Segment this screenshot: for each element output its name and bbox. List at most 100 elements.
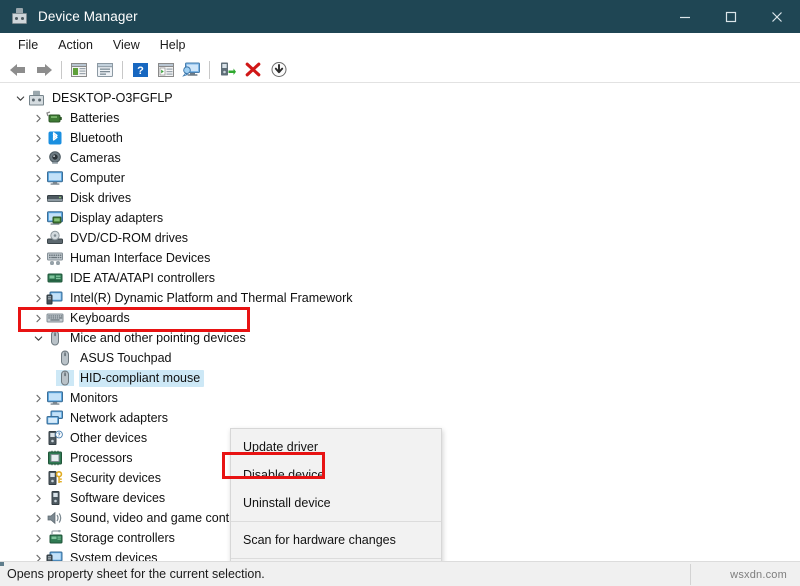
status-bar-text: Opens property sheet for the current sel…: [7, 567, 265, 581]
chevron-right-icon[interactable]: [30, 248, 46, 268]
chevron-right-icon[interactable]: [30, 168, 46, 188]
tree-item-monitors[interactable]: Monitors: [0, 388, 122, 408]
menu-view[interactable]: View: [103, 36, 150, 54]
toolbar-separator: [61, 60, 62, 79]
show-hide-console-tree-icon: [71, 62, 87, 77]
tree-item-storage-controllers[interactable]: Storage controllers: [0, 528, 179, 548]
chevron-right-icon[interactable]: [30, 488, 46, 508]
device-tree[interactable]: DESKTOP-O3FGFLP Batteries Bluetooth Came…: [0, 83, 800, 561]
menu-file[interactable]: File: [8, 36, 48, 54]
disable-device-button[interactable]: [266, 58, 292, 82]
tree-item-label: Cameras: [70, 150, 121, 165]
chevron-right-icon[interactable]: [30, 388, 46, 408]
sound-icon: [46, 510, 64, 526]
chevron-right-icon[interactable]: [30, 308, 46, 328]
chevron-right-icon[interactable]: [30, 548, 46, 561]
tree-item-processors[interactable]: Processors: [0, 448, 137, 468]
tree-item-mice-and-other-pointing-devices[interactable]: Mice and other pointing devices: [0, 328, 250, 348]
menu-bar: File Action View Help: [0, 33, 800, 57]
tree-item-network-adapters[interactable]: Network adapters: [0, 408, 172, 428]
tree-item-software-devices[interactable]: Software devices: [0, 488, 169, 508]
chevron-right-icon[interactable]: [30, 268, 46, 288]
toolbar-separator: [209, 60, 210, 79]
tree-item-keyboards[interactable]: Keyboards: [0, 308, 134, 328]
forward-arrow-icon: [37, 63, 52, 76]
chevron-down-icon[interactable]: [30, 328, 46, 348]
menu-help[interactable]: Help: [150, 36, 196, 54]
chevron-right-icon[interactable]: [30, 288, 46, 308]
tree-item-system-devices[interactable]: System devices: [0, 548, 162, 561]
context-menu-item-update-driver[interactable]: Update driver: [231, 433, 441, 461]
toolbar: ?: [0, 57, 800, 83]
watermark: wsxdn.com: [730, 568, 787, 581]
tree-item-other-devices[interactable]: ? Other devices: [0, 428, 151, 448]
scan-hardware-changes-button[interactable]: [214, 58, 240, 82]
tree-item-label: Display adapters: [70, 210, 164, 225]
disk-drive-icon: [46, 190, 64, 206]
uninstall-device-button[interactable]: [240, 58, 266, 82]
context-menu-item-disable-device[interactable]: Disable device: [231, 461, 441, 489]
chevron-right-icon[interactable]: [30, 528, 46, 548]
close-button[interactable]: [754, 0, 800, 33]
chevron-right-icon[interactable]: [30, 468, 46, 488]
tree-item-security-devices[interactable]: Security devices: [0, 468, 165, 488]
tree-item-sound-video-game-controllers[interactable]: Sound, video and game controllers: [0, 508, 267, 528]
tree-item-batteries[interactable]: Batteries: [0, 108, 123, 128]
bluetooth-icon: [46, 130, 64, 146]
context-menu-item-uninstall-device[interactable]: Uninstall device: [231, 489, 441, 517]
show-hide-console-tree-button[interactable]: [66, 58, 92, 82]
other-device-icon: ?: [46, 430, 64, 446]
title-bar: Device Manager: [0, 0, 800, 33]
window-controls: [662, 0, 800, 33]
security-device-icon: [46, 470, 64, 486]
chevron-right-icon[interactable]: [30, 208, 46, 228]
tree-item-ide-controllers[interactable]: IDE ATA/ATAPI controllers: [0, 268, 219, 288]
hid-icon: [46, 250, 64, 266]
help-button[interactable]: ?: [127, 58, 153, 82]
display-monitor-button[interactable]: [179, 58, 205, 82]
menu-action[interactable]: Action: [48, 36, 103, 54]
tree-item-dvd-drives[interactable]: DVD/CD-ROM drives: [0, 228, 192, 248]
tree-item-display-adapters[interactable]: Display adapters: [0, 208, 167, 228]
forward-button[interactable]: [31, 58, 57, 82]
context-menu[interactable]: Update driver Disable device Uninstall d…: [230, 428, 442, 561]
display-monitor-icon: [182, 62, 200, 77]
mouse-icon: [56, 350, 74, 366]
chevron-right-icon[interactable]: [30, 108, 46, 128]
chevron-right-icon[interactable]: [30, 128, 46, 148]
minimize-button[interactable]: [662, 0, 708, 33]
tree-item-computer[interactable]: Computer: [0, 168, 129, 188]
tree-item-label: HID-compliant mouse: [79, 369, 205, 387]
chevron-right-icon[interactable]: [30, 508, 46, 528]
chevron-right-icon[interactable]: [30, 148, 46, 168]
context-menu-item-scan-for-hardware-changes[interactable]: Scan for hardware changes: [231, 526, 441, 554]
chevron-right-icon[interactable]: [30, 428, 46, 448]
tree-root-label: DESKTOP-O3FGFLP: [52, 90, 173, 105]
context-menu-separator: [231, 558, 441, 559]
properties-panel-button[interactable]: [92, 58, 118, 82]
tree-item-human-interface-devices[interactable]: Human Interface Devices: [0, 248, 214, 268]
back-button[interactable]: [5, 58, 31, 82]
tree-item-hid-compliant-mouse[interactable]: HID-compliant mouse: [0, 368, 205, 388]
tree-item-cameras[interactable]: Cameras: [0, 148, 125, 168]
tree-item-label: Intel(R) Dynamic Platform and Thermal Fr…: [70, 290, 353, 305]
tree-item-label: Bluetooth: [70, 130, 123, 145]
monitor-icon: [46, 170, 64, 186]
tree-item-label: Mice and other pointing devices: [70, 330, 246, 345]
tree-item-intel-dptf[interactable]: Intel(R) Dynamic Platform and Thermal Fr…: [0, 288, 356, 308]
update-driver-button[interactable]: [153, 58, 179, 82]
chevron-down-icon[interactable]: [12, 88, 28, 108]
tree-root-row[interactable]: DESKTOP-O3FGFLP: [0, 88, 177, 108]
scan-hardware-changes-icon: [221, 62, 236, 76]
chevron-right-icon[interactable]: [30, 408, 46, 428]
tree-item-asus-touchpad[interactable]: ASUS Touchpad: [0, 348, 176, 368]
tree-item-label: DVD/CD-ROM drives: [70, 230, 189, 245]
ide-controller-icon: [46, 270, 64, 286]
chevron-right-icon[interactable]: [30, 448, 46, 468]
chevron-right-icon[interactable]: [30, 188, 46, 208]
tree-item-disk-drives[interactable]: Disk drives: [0, 188, 135, 208]
maximize-button[interactable]: [708, 0, 754, 33]
tree-item-bluetooth[interactable]: Bluetooth: [0, 128, 127, 148]
battery-icon: [46, 110, 64, 126]
chevron-right-icon[interactable]: [30, 228, 46, 248]
